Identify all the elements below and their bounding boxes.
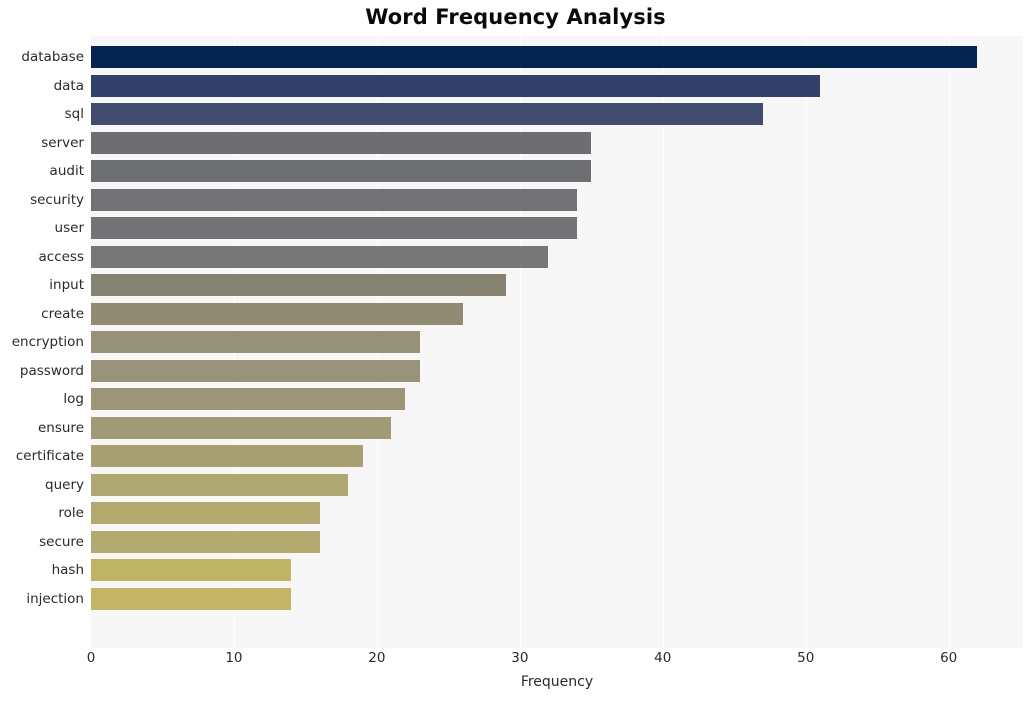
- bar[interactable]: [91, 359, 420, 382]
- plot-area: [91, 36, 1023, 648]
- y-tick-label-certificate: certificate: [15, 448, 84, 465]
- x-tick-label-60: 60: [940, 650, 958, 666]
- y-tick-label-security: security: [30, 191, 84, 208]
- bar[interactable]: [91, 502, 320, 525]
- bar-fill: [91, 46, 978, 68]
- bar[interactable]: [91, 302, 463, 325]
- y-tick-label-encryption: encryption: [11, 334, 84, 351]
- bar-fill: [91, 530, 320, 553]
- y-tick-label-secure: secure: [39, 533, 84, 550]
- x-axis-label: Frequency: [520, 674, 594, 690]
- bar-fill: [91, 131, 592, 154]
- bar[interactable]: [91, 217, 577, 240]
- x-axis-tick-labels: 0 10 20 30 40 50 60: [0, 650, 1031, 674]
- x-tick-label-50: 50: [797, 650, 815, 666]
- chart-figure: Word Frequency Analysis database data sql s…: [0, 0, 1031, 701]
- y-tick-label-sql: sql: [64, 106, 84, 123]
- y-tick-label-audit: audit: [49, 163, 84, 180]
- y-tick-label-create: create: [41, 305, 84, 322]
- y-tick-label-data: data: [53, 77, 84, 94]
- bar-fill: [91, 103, 763, 126]
- bar-fill: [91, 502, 320, 525]
- y-tick-label-database: database: [21, 49, 84, 65]
- x-tick-label-40: 40: [654, 650, 672, 666]
- bar-fill: [91, 473, 349, 496]
- x-tick-label-0: 0: [86, 650, 96, 666]
- bar[interactable]: [91, 473, 349, 496]
- y-axis-tick-labels: database data sql server audit security user ac…: [0, 36, 84, 648]
- bar[interactable]: [91, 445, 363, 468]
- bars-layer: [91, 36, 1023, 648]
- x-tick-label-30: 30: [511, 650, 529, 666]
- y-tick-label-hash: hash: [51, 562, 84, 579]
- bar[interactable]: [91, 331, 420, 354]
- bar[interactable]: [91, 160, 592, 183]
- bar[interactable]: [91, 530, 320, 553]
- bar[interactable]: [91, 587, 292, 610]
- bar[interactable]: [91, 416, 392, 439]
- y-tick-label-password: password: [19, 362, 84, 379]
- x-tick-label-20: 20: [368, 650, 386, 666]
- bar-fill: [91, 559, 292, 582]
- bar-fill: [91, 302, 463, 325]
- bar-fill: [91, 74, 821, 97]
- chart-title: Word Frequency Analysis: [365, 5, 666, 29]
- bar[interactable]: [91, 46, 978, 68]
- bar-fill: [91, 416, 392, 439]
- bar[interactable]: [91, 388, 406, 411]
- bar-fill: [91, 160, 592, 183]
- bar[interactable]: [91, 188, 577, 211]
- bar[interactable]: [91, 274, 506, 297]
- y-tick-label-role: role: [58, 505, 84, 522]
- bar-fill: [91, 217, 577, 240]
- bar[interactable]: [91, 559, 292, 582]
- y-tick-label-log: log: [63, 391, 84, 408]
- bar-fill: [91, 445, 363, 468]
- bar-fill: [91, 587, 292, 610]
- bar-fill: [91, 188, 577, 211]
- y-tick-label-query: query: [45, 476, 84, 493]
- bar-fill: [91, 359, 420, 382]
- bar[interactable]: [91, 103, 763, 126]
- y-tick-label-injection: injection: [26, 590, 84, 607]
- y-tick-label-user: user: [54, 220, 84, 237]
- y-tick-label-ensure: ensure: [37, 419, 84, 436]
- bar-fill: [91, 388, 406, 411]
- x-tick-label-10: 10: [225, 650, 243, 666]
- bar-fill: [91, 245, 549, 268]
- bar[interactable]: [91, 245, 549, 268]
- y-tick-label-input: input: [49, 277, 84, 294]
- bar-fill: [91, 331, 420, 354]
- bar-fill: [91, 274, 506, 297]
- y-tick-label-server: server: [41, 134, 84, 151]
- bar[interactable]: [91, 74, 821, 97]
- y-tick-label-access: access: [38, 248, 85, 265]
- bar[interactable]: [91, 131, 592, 154]
